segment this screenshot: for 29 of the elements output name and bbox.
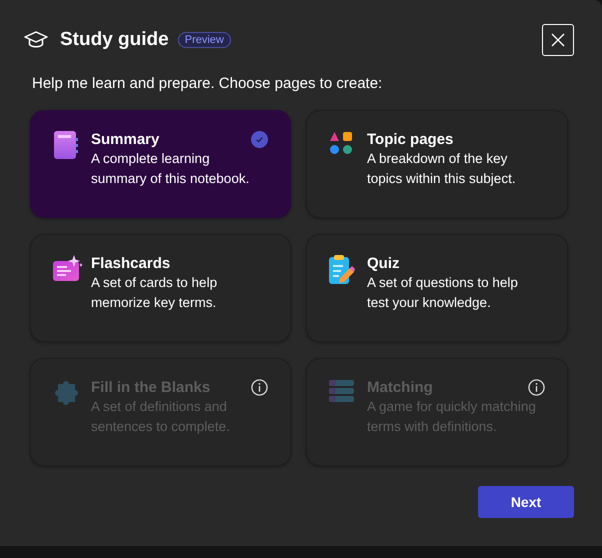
sparkle-card-icon	[53, 255, 83, 283]
option-title: Matching	[367, 379, 433, 396]
checkmark-icon	[251, 131, 268, 148]
option-title: Flashcards	[91, 255, 170, 272]
puzzle-piece-icon	[53, 379, 79, 407]
option-card[interactable]: Topic pages A breakdown of the key topics within this subject.	[306, 110, 568, 218]
option-description: A set of questions to help test your knowledge.	[367, 274, 519, 312]
notebook-icon	[53, 131, 79, 161]
stacked-bars-icon	[329, 379, 355, 405]
option-description: A breakdown of the key topics within this subject.	[367, 150, 517, 188]
option-description: A set of definitions and sentences to complete.	[91, 398, 231, 436]
shapes-icon	[329, 131, 353, 155]
close-button[interactable]	[542, 24, 574, 56]
option-title: Fill in the Blanks	[91, 379, 210, 396]
dialog-title: Study guide	[60, 29, 169, 51]
close-icon	[550, 32, 566, 48]
option-title: Topic pages	[367, 131, 454, 148]
option-card[interactable]: Summary A complete learning summary of this notebook.	[30, 110, 291, 218]
option-description: A set of cards to help memorize key terms.	[91, 274, 218, 312]
preview-badge: Preview	[178, 32, 231, 48]
option-description: A game for quickly matching terms with definitions.	[367, 398, 537, 436]
option-title: Quiz	[367, 255, 400, 272]
option-card[interactable]: Quiz A set of questions to help test your knowledge.	[306, 234, 568, 342]
next-button[interactable]: Next	[478, 486, 574, 518]
instruction-text: Help me learn and prepare. Choose pages to create:	[32, 75, 384, 92]
clipboard-pencil-icon	[329, 255, 355, 285]
option-description: A complete learning summary of this notebook.	[91, 150, 250, 188]
option-title: Summary	[91, 131, 160, 148]
option-card[interactable]: Flashcards A set of cards to help memorize key terms.	[30, 234, 291, 342]
